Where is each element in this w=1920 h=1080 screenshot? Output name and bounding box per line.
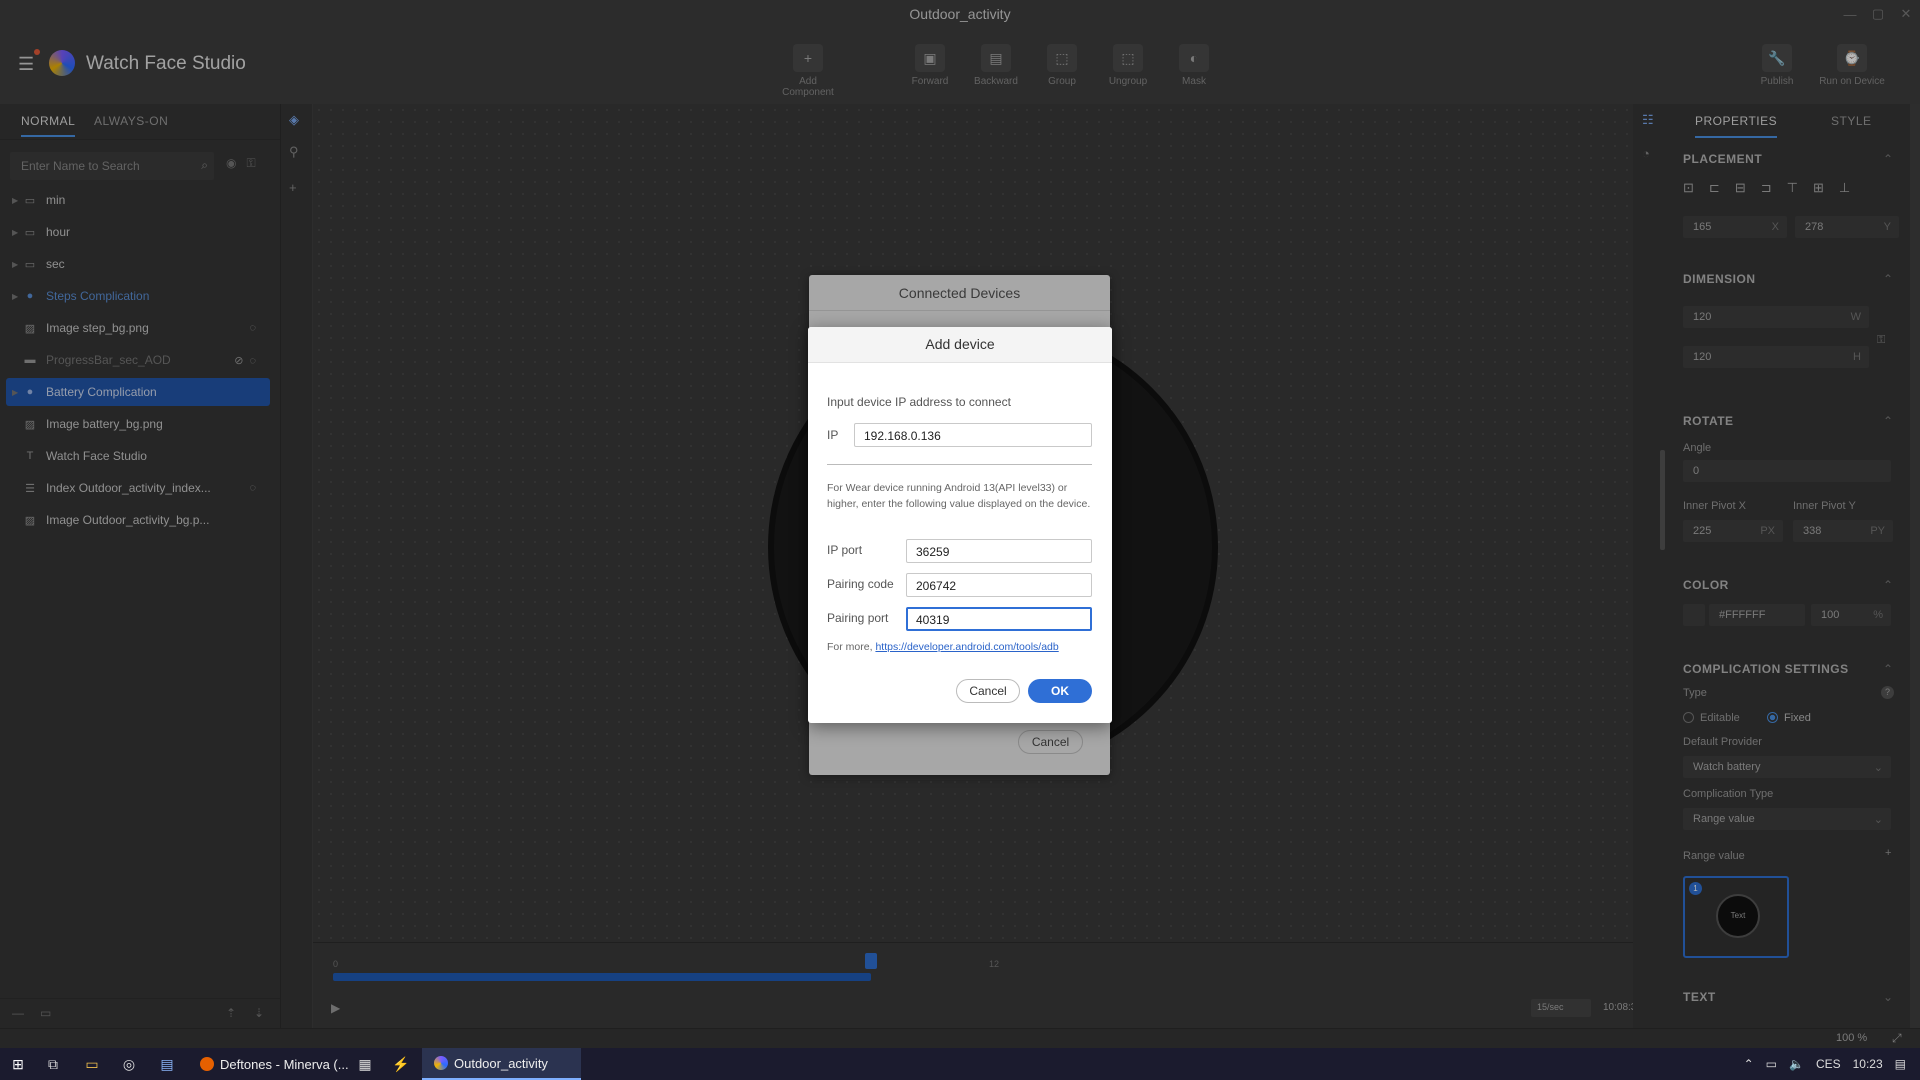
add-device-title: Add device — [808, 327, 1112, 363]
adb-docs-link[interactable]: https://developer.android.com/tools/adb — [875, 641, 1058, 653]
clock[interactable]: 10:23 — [1853, 1057, 1883, 1071]
network-icon[interactable]: ▭ — [1766, 1057, 1777, 1071]
volume-icon[interactable]: 🔈 — [1789, 1057, 1804, 1071]
ip-port-input[interactable]: 36259 — [906, 539, 1092, 563]
connected-devices-title: Connected Devices — [809, 275, 1110, 311]
add-device-dialog: Add device Input device IP address to co… — [808, 327, 1112, 723]
divider — [827, 464, 1092, 465]
app-icon[interactable]: ⚡ — [391, 1054, 411, 1074]
file-explorer-icon[interactable]: ▭ — [82, 1054, 102, 1074]
ip-port-label: IP port — [827, 543, 863, 557]
connected-devices-cancel-button[interactable]: Cancel — [1018, 730, 1083, 754]
ip-label: IP — [827, 428, 839, 442]
taskbar: ⊞ ⧉ ▭ ◎ ▤ Deftones - Minerva (... ▦ ⚡ Ou… — [0, 1048, 1920, 1080]
pairing-port-label: Pairing port — [827, 611, 889, 625]
more-info-text: For more, https://developer.android.com/… — [827, 641, 1059, 653]
pairing-code-input[interactable]: 206742 — [906, 573, 1092, 597]
cancel-button[interactable]: Cancel — [956, 679, 1020, 703]
notifications-icon[interactable]: ▤ — [1895, 1057, 1906, 1071]
start-icon[interactable]: ⊞ — [8, 1054, 28, 1074]
task-view-icon[interactable]: ⧉ — [43, 1054, 63, 1074]
calculator-icon[interactable]: ▦ — [355, 1054, 375, 1074]
ip-prompt: Input device IP address to connect — [827, 395, 1011, 409]
chevron-up-icon[interactable]: ⌃ — [1744, 1057, 1754, 1071]
pairing-port-input[interactable]: 40319 — [906, 607, 1092, 631]
language-indicator[interactable]: CES — [1816, 1057, 1841, 1071]
firefox-icon — [200, 1057, 214, 1071]
taskbar-item-watch-face-studio[interactable]: Outdoor_activity — [422, 1048, 581, 1080]
app-window: Outdoor_activity — ▢ ✕ ☰ Watch Face Stud… — [0, 0, 1920, 1048]
android13-note: For Wear device running Android 13(API l… — [827, 482, 1091, 510]
chrome-icon[interactable]: ◎ — [119, 1054, 139, 1074]
watch-face-studio-icon — [434, 1056, 448, 1070]
ok-button[interactable]: OK — [1028, 679, 1092, 703]
system-tray: ⌃ ▭ 🔈 CES 10:23 ▤ — [1732, 1048, 1906, 1080]
notepad-icon[interactable]: ▤ — [157, 1054, 177, 1074]
taskbar-item-firefox[interactable]: Deftones - Minerva (... — [188, 1048, 361, 1080]
ip-input[interactable]: 192.168.0.136 — [854, 423, 1092, 447]
pairing-code-label: Pairing code — [827, 577, 894, 591]
